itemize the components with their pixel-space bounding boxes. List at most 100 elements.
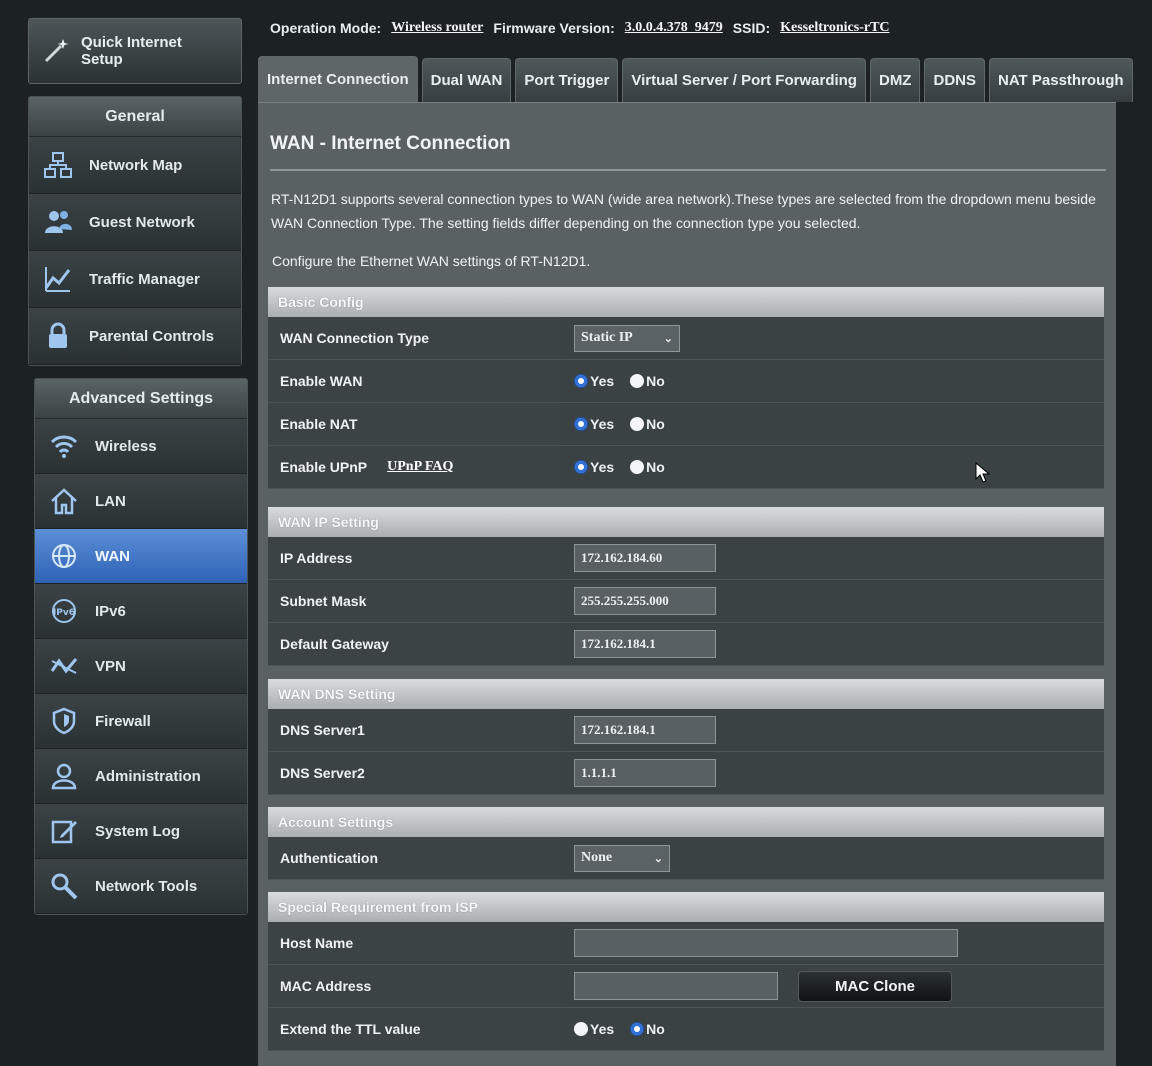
globe-icon: [47, 539, 81, 573]
select-value: None: [581, 850, 613, 865]
svg-text:IPv6: IPv6: [53, 608, 75, 618]
quick-internet-setup-button[interactable]: Quick Internet Setup: [28, 18, 242, 84]
radio-label: Yes: [590, 459, 615, 475]
section-header: Special Requirement from ISP: [268, 892, 1104, 922]
ttl-label: Extend the TTL value: [268, 1008, 562, 1050]
content-panel: WAN - Internet Connection RT-N12D1 suppo…: [258, 102, 1116, 1066]
advanced-heading: Advanced Settings: [35, 379, 247, 419]
enable-nat-yes[interactable]: Yes: [574, 416, 614, 432]
menu-lan[interactable]: LAN: [35, 474, 247, 529]
tab-ddns[interactable]: DDNS: [924, 58, 985, 102]
operation-mode-link[interactable]: Wireless router: [391, 20, 483, 36]
menu-network-tools[interactable]: Network Tools: [35, 859, 247, 914]
ip-address-input[interactable]: 172.162.184.60: [574, 544, 716, 572]
menu-label: Traffic Manager: [89, 270, 200, 288]
enable-upnp-yes[interactable]: Yes: [574, 459, 614, 475]
table-row: IP Address 172.162.184.60: [268, 537, 1104, 580]
menu-vpn[interactable]: VPN: [35, 639, 247, 694]
table-row: Authentication None ⌄: [268, 837, 1104, 880]
radio-label: No: [646, 459, 665, 475]
menu-wireless[interactable]: Wireless: [35, 419, 247, 474]
account-section: Account Settings Authentication None ⌄: [268, 807, 1104, 880]
tab-nat-passthrough[interactable]: NAT Passthrough: [989, 58, 1133, 102]
ttl-no[interactable]: No: [630, 1021, 665, 1037]
user-icon: [47, 759, 81, 793]
wan-ip-section: WAN IP Setting IP Address 172.162.184.60…: [268, 507, 1104, 666]
ttl-yes[interactable]: Yes: [574, 1021, 614, 1037]
table-row: Enable WAN Yes No: [268, 360, 1104, 403]
dns2-input[interactable]: 1.1.1.1: [574, 759, 716, 787]
enable-wan-no[interactable]: No: [630, 373, 665, 389]
menu-administration[interactable]: Administration: [35, 749, 247, 804]
firmware-link[interactable]: 3.0.0.4.378_9479: [625, 20, 723, 36]
enable-wan-label: Enable WAN: [268, 360, 562, 402]
menu-firewall[interactable]: Firewall: [35, 694, 247, 749]
wan-dns-section: WAN DNS Setting DNS Server1 172.162.184.…: [268, 679, 1104, 795]
traffic-manager-icon: [41, 262, 75, 296]
wan-type-select[interactable]: Static IP ⌄: [574, 324, 680, 352]
menu-ipv6[interactable]: IPv6 IPv6: [35, 584, 247, 639]
status-bar: Operation Mode: Wireless router Firmware…: [270, 20, 890, 36]
radio-label: Yes: [590, 1021, 615, 1037]
radio-selected-icon: [630, 1022, 645, 1036]
ssid-link[interactable]: Kesseltronics-rTC: [780, 20, 889, 36]
authentication-label: Authentication: [268, 837, 562, 879]
sidebar: Quick Internet Setup General Network Map…: [28, 18, 252, 915]
menu-traffic-manager[interactable]: Traffic Manager: [29, 251, 241, 308]
radio-label: No: [646, 373, 665, 389]
tab-port-trigger[interactable]: Port Trigger: [515, 58, 619, 102]
mac-address-label: MAC Address: [268, 965, 562, 1007]
radio-label: Yes: [590, 416, 615, 432]
ip-address-label: IP Address: [268, 537, 562, 579]
tab-virtual-server[interactable]: Virtual Server / Port Forwarding: [622, 58, 866, 102]
table-row: DNS Server1 172.162.184.1: [268, 709, 1104, 752]
table-row: Enable NAT Yes No: [268, 403, 1104, 446]
edit-icon: [47, 814, 81, 848]
network-map-icon: [41, 148, 75, 182]
menu-guest-network[interactable]: Guest Network: [29, 194, 241, 251]
enable-nat-no[interactable]: No: [630, 416, 665, 432]
title-divider: [270, 169, 1106, 171]
table-row: MAC Address MAC Clone: [268, 965, 1104, 1008]
menu-label: LAN: [95, 492, 126, 510]
table-row: DNS Server2 1.1.1.1: [268, 752, 1104, 795]
menu-wan[interactable]: WAN: [35, 529, 247, 584]
enable-wan-yes[interactable]: Yes: [574, 373, 614, 389]
firmware-label: Firmware Version:: [493, 20, 615, 36]
chevron-down-icon: ⌄: [653, 852, 663, 865]
menu-label: Network Map: [89, 156, 183, 174]
host-name-input[interactable]: [574, 929, 958, 957]
radio-icon: [630, 460, 645, 474]
menu-label: System Log: [95, 822, 181, 840]
tab-internet-connection[interactable]: Internet Connection: [258, 56, 418, 102]
general-menu: General Network Map Guest Network Traffi…: [28, 96, 242, 366]
menu-network-map[interactable]: Network Map: [29, 137, 241, 194]
radio-label: Yes: [590, 373, 615, 389]
menu-parental-controls[interactable]: Parental Controls: [29, 308, 241, 365]
tab-dmz[interactable]: DMZ: [869, 58, 921, 102]
radio-selected-icon: [574, 417, 588, 431]
radio-selected-icon: [574, 374, 588, 388]
radio-icon: [574, 1022, 588, 1036]
subnet-mask-input[interactable]: 255.255.255.000: [574, 587, 716, 615]
tab-dual-wan[interactable]: Dual WAN: [421, 58, 512, 102]
magic-wand-icon: [39, 34, 73, 68]
default-gateway-input[interactable]: 172.162.184.1: [574, 630, 716, 658]
menu-label: Firewall: [95, 712, 151, 730]
advanced-menu: Advanced Settings Wireless LAN WAN IPv6 …: [34, 378, 248, 915]
section-header: WAN DNS Setting: [268, 679, 1104, 709]
guest-network-icon: [41, 205, 75, 239]
dns1-input[interactable]: 172.162.184.1: [574, 716, 716, 744]
isp-section: Special Requirement from ISP Host Name M…: [268, 892, 1104, 1051]
menu-label: Network Tools: [95, 877, 198, 895]
radio-icon: [630, 417, 645, 431]
menu-system-log[interactable]: System Log: [35, 804, 247, 859]
mac-clone-button[interactable]: MAC Clone: [798, 970, 952, 1002]
general-heading: General: [29, 97, 241, 137]
enable-upnp-no[interactable]: No: [630, 459, 665, 475]
authentication-select[interactable]: None ⌄: [574, 844, 670, 872]
mac-address-input[interactable]: [574, 972, 778, 1000]
upnp-faq-link[interactable]: UPnP FAQ: [387, 459, 453, 475]
basic-config-section: Basic Config WAN Connection Type Static …: [268, 287, 1104, 489]
table-row: Host Name: [268, 922, 1104, 965]
